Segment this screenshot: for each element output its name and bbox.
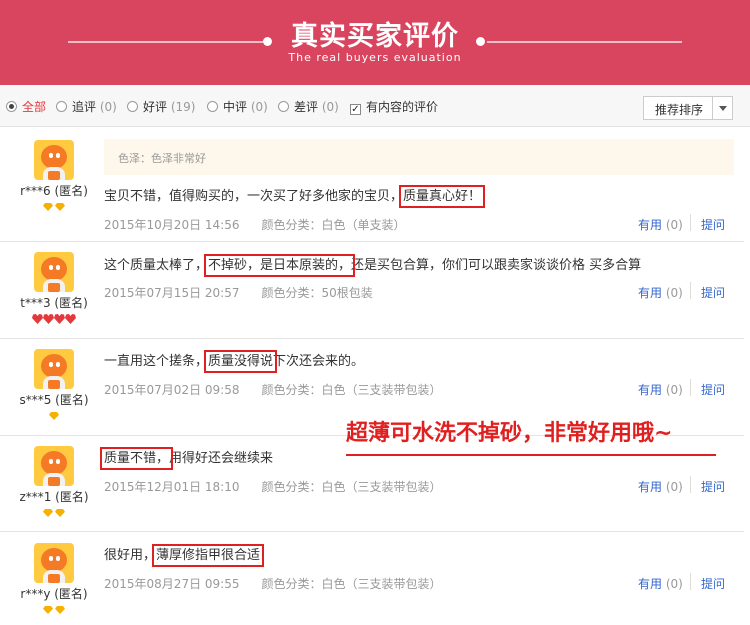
review-text: 一直用这个搓条，质量没得说下次还会来的。: [104, 350, 365, 373]
checkbox-icon[interactable]: ✓: [350, 104, 361, 115]
highlight-box: 质量真心好！: [399, 185, 486, 208]
review-tag-box: 色泽：色泽非常好: [104, 139, 734, 175]
avatar[interactable]: [34, 446, 74, 486]
page-subtitle: The real buyers evaluation: [288, 51, 462, 64]
header-banner: 真实买家评价 The real buyers evaluation: [0, 0, 750, 85]
review-sku: 颜色分类：白色（三支装带包装）: [261, 383, 442, 397]
review-date: 2015年08月27日 09:55: [104, 577, 240, 591]
promo-underline: [346, 454, 716, 456]
avatar[interactable]: [34, 349, 74, 389]
review-date: 2015年10月20日 14:56: [104, 218, 240, 232]
review-text: 质量不错，用得好还会继续来: [99, 447, 274, 470]
useful-button[interactable]: 有用 (0): [638, 216, 683, 233]
decor-line-right: [487, 41, 682, 43]
highlight-box: 不掉砂，是日本原装的，: [204, 254, 356, 277]
ask-link[interactable]: 提问: [701, 478, 725, 495]
filter-negative[interactable]: 差评 (0): [278, 98, 339, 115]
level-badge: [0, 314, 108, 327]
filter-neutral[interactable]: 中评 (0): [207, 98, 268, 115]
decor-dot-right: [476, 37, 485, 46]
filter-positive[interactable]: 好评 (19): [127, 98, 195, 115]
avatar[interactable]: [34, 252, 74, 292]
review-date: 2015年12月01日 18:10: [104, 480, 240, 494]
avatar[interactable]: [34, 140, 74, 180]
review-sku: 颜色分类：白色（三支装带包装）: [261, 577, 442, 591]
review-date: 2015年07月02日 09:58: [104, 383, 240, 397]
review-text: 很好用，薄厚修指甲很合适: [104, 544, 265, 567]
page-title: 真实买家评价: [291, 21, 459, 52]
highlight-box: 质量不错，: [99, 447, 174, 470]
reviewer-name: r***6 (匿名): [20, 184, 88, 198]
ask-link[interactable]: 提问: [701, 216, 725, 233]
sort-label: 推荐排序: [655, 103, 704, 117]
level-badge: [0, 411, 108, 423]
reviewer-name: t***3 (匿名): [20, 296, 88, 310]
review-text: 这个质量太棒了，不掉砂，是日本原装的，还是买包合算，你们可以跟卖家谈谈价格 买多…: [104, 254, 642, 277]
highlight-box: 质量没得说: [204, 350, 278, 373]
radio-icon[interactable]: [207, 101, 218, 112]
radio-icon[interactable]: [127, 101, 138, 112]
level-badge: [0, 605, 108, 617]
ask-link[interactable]: 提问: [701, 381, 725, 398]
filter-all[interactable]: 全部: [6, 98, 46, 115]
level-badge: [0, 202, 108, 214]
review-meta: 2015年10月20日 14:56 颜色分类：白色（单支装）: [104, 216, 406, 233]
filter-with-content[interactable]: ✓ 有内容的评价: [350, 98, 438, 115]
radio-icon[interactable]: [56, 101, 67, 112]
reviewer-name: z***1 (匿名): [19, 490, 89, 504]
review-sku: 颜色分类：白色（单支装）: [261, 218, 406, 232]
review-meta: 2015年08月27日 09:55 颜色分类：白色（三支装带包装）: [104, 575, 442, 592]
reviewer-name: r***y (匿名): [20, 587, 88, 601]
review-sku: 颜色分类：50根包装: [261, 286, 373, 300]
level-badge: [0, 508, 108, 520]
review-meta: 2015年07月15日 20:57 颜色分类：50根包装: [104, 284, 373, 301]
promo-overlay-text: 超薄可水洗不掉砂，非常好用哦~: [346, 421, 673, 446]
sort-dropdown[interactable]: 推荐排序: [643, 96, 733, 120]
avatar[interactable]: [34, 543, 74, 583]
review-meta: 2015年12月01日 18:10 颜色分类：白色（三支装带包装）: [104, 478, 442, 495]
review-date: 2015年07月15日 20:57: [104, 286, 240, 300]
filter-followup[interactable]: 追评 (0): [56, 98, 117, 115]
review-sku: 颜色分类：白色（三支装带包装）: [261, 480, 442, 494]
chevron-down-icon[interactable]: [719, 106, 727, 111]
review-text: 宝贝不错，值得购买的，一次买了好多他家的宝贝，质量真心好！: [104, 185, 486, 208]
review-meta: 2015年07月02日 09:58 颜色分类：白色（三支装带包装）: [104, 381, 442, 398]
useful-button[interactable]: 有用 (0): [638, 575, 683, 592]
useful-button[interactable]: 有用 (0): [638, 478, 683, 495]
reviewer-name: s***5 (匿名): [19, 393, 89, 407]
highlight-box: 薄厚修指甲很合适: [152, 544, 265, 567]
radio-icon[interactable]: [6, 101, 17, 112]
useful-button[interactable]: 有用 (0): [638, 284, 683, 301]
radio-icon[interactable]: [278, 101, 289, 112]
review-tag: 色泽：色泽非常好: [118, 152, 206, 165]
filter-bar: 全部 追评 (0) 好评 (19) 中评 (0) 差评 (0) ✓ 有内容的评价: [0, 85, 750, 127]
ask-link[interactable]: 提问: [701, 575, 725, 592]
ask-link[interactable]: 提问: [701, 284, 725, 301]
useful-button[interactable]: 有用 (0): [638, 381, 683, 398]
